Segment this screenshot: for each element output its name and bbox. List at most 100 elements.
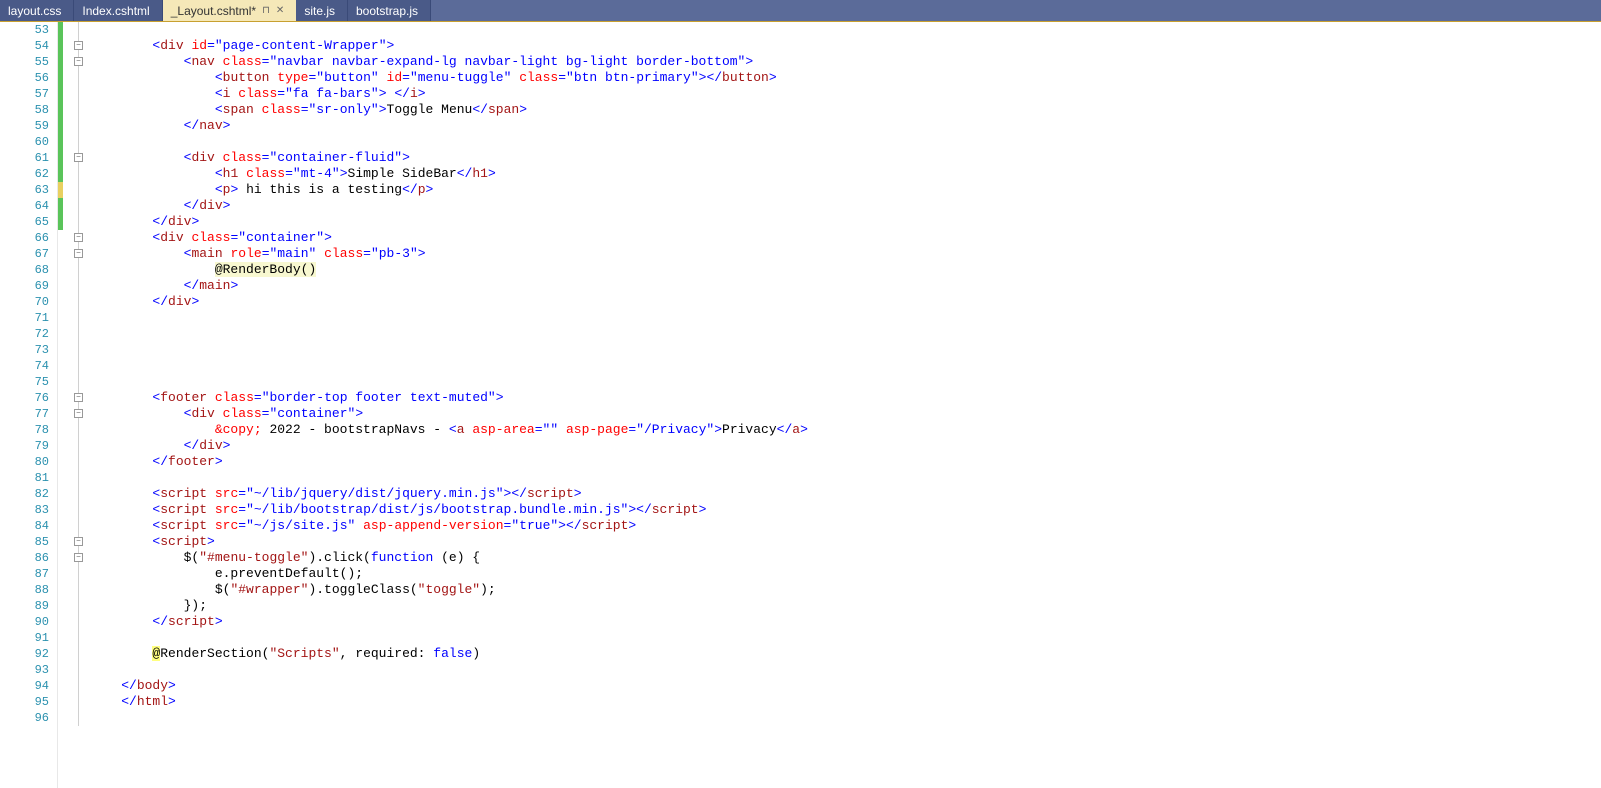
line-number: 73 — [0, 342, 49, 358]
line-number: 71 — [0, 310, 49, 326]
line-number: 88 — [0, 582, 49, 598]
line-number: 61 — [0, 150, 49, 166]
fold-toggle-icon[interactable]: − — [74, 233, 83, 242]
line-number: 90 — [0, 614, 49, 630]
line-number: 56 — [0, 70, 49, 86]
code-line[interactable]: <span class="sr-only">Toggle Menu</span> — [90, 102, 1601, 118]
code-line[interactable] — [90, 374, 1601, 390]
line-number: 59 — [0, 118, 49, 134]
code-line[interactable] — [90, 358, 1601, 374]
fold-toggle-icon[interactable]: − — [74, 409, 83, 418]
fold-toggle-icon[interactable]: − — [74, 153, 83, 162]
code-line[interactable]: </html> — [90, 694, 1601, 710]
code-line[interactable]: @RenderBody() — [90, 262, 1601, 278]
line-number: 84 — [0, 518, 49, 534]
code-line[interactable]: <script src="~/js/site.js" asp-append-ve… — [90, 518, 1601, 534]
line-number: 64 — [0, 198, 49, 214]
code-line[interactable]: <div class="container"> — [90, 406, 1601, 422]
code-line[interactable] — [90, 710, 1601, 726]
close-icon[interactable]: ✕ — [276, 5, 284, 16]
code-line[interactable]: </script> — [90, 614, 1601, 630]
tab-bootstrap-js[interactable]: bootstrap.js — [348, 0, 431, 21]
tab-layout-cshtml[interactable]: _Layout.cshtml* ⊓ ✕ — [163, 0, 297, 21]
line-number: 60 — [0, 134, 49, 150]
code-line[interactable]: </body> — [90, 678, 1601, 694]
fold-toggle-icon[interactable]: − — [74, 249, 83, 258]
line-number: 96 — [0, 710, 49, 726]
code-line[interactable] — [90, 22, 1601, 38]
code-line[interactable]: $("#menu-toggle").click(function (e) { — [90, 550, 1601, 566]
tab-layout-css[interactable]: layout.css — [0, 0, 74, 21]
code-line[interactable] — [90, 630, 1601, 646]
code-line[interactable] — [90, 470, 1601, 486]
line-number: 74 — [0, 358, 49, 374]
line-number: 86 — [0, 550, 49, 566]
line-number: 55 — [0, 54, 49, 70]
code-line[interactable] — [90, 326, 1601, 342]
code-line[interactable]: <button type="button" id="menu-tuggle" c… — [90, 70, 1601, 86]
line-number: 93 — [0, 662, 49, 678]
code-line[interactable]: <main role="main" class="pb-3"> — [90, 246, 1601, 262]
code-line[interactable]: $("#wrapper").toggleClass("toggle"); — [90, 582, 1601, 598]
line-number: 62 — [0, 166, 49, 182]
line-number: 89 — [0, 598, 49, 614]
line-number: 81 — [0, 470, 49, 486]
line-number: 58 — [0, 102, 49, 118]
line-number: 54 — [0, 38, 49, 54]
editor-area: 5354555657585960616263646566676869707172… — [0, 22, 1601, 788]
line-number: 91 — [0, 630, 49, 646]
code-line[interactable]: }); — [90, 598, 1601, 614]
code-line[interactable]: <script> — [90, 534, 1601, 550]
code-line[interactable]: </footer> — [90, 454, 1601, 470]
pin-icon[interactable]: ⊓ — [262, 5, 270, 16]
code-line[interactable]: </div> — [90, 198, 1601, 214]
line-number: 66 — [0, 230, 49, 246]
code-line[interactable]: @RenderSection("Scripts", required: fals… — [90, 646, 1601, 662]
code-line[interactable] — [90, 134, 1601, 150]
fold-column: − − − − − − − − − — [72, 22, 86, 788]
tab-site-js[interactable]: site.js — [296, 0, 348, 21]
code-line[interactable]: </div> — [90, 214, 1601, 230]
fold-toggle-icon[interactable]: − — [74, 393, 83, 402]
code-line[interactable]: <i class="fa fa-bars"> </i> — [90, 86, 1601, 102]
line-number: 92 — [0, 646, 49, 662]
fold-toggle-icon[interactable]: − — [74, 57, 83, 66]
code-line[interactable]: </main> — [90, 278, 1601, 294]
line-number: 72 — [0, 326, 49, 342]
line-number: 82 — [0, 486, 49, 502]
line-number-gutter: 5354555657585960616263646566676869707172… — [0, 22, 58, 788]
code-line[interactable]: </div> — [90, 294, 1601, 310]
line-number: 80 — [0, 454, 49, 470]
code-line[interactable]: <div class="container"> — [90, 230, 1601, 246]
code-line[interactable]: e.preventDefault(); — [90, 566, 1601, 582]
code-line[interactable]: <script src="~/lib/jquery/dist/jquery.mi… — [90, 486, 1601, 502]
code-line[interactable] — [90, 662, 1601, 678]
code-line[interactable] — [90, 342, 1601, 358]
code-line[interactable]: <p> hi this is a testing</p> — [90, 182, 1601, 198]
fold-toggle-icon[interactable]: − — [74, 537, 83, 546]
code-line[interactable]: <div class="container-fluid"> — [90, 150, 1601, 166]
line-number: 53 — [0, 22, 49, 38]
line-number: 69 — [0, 278, 49, 294]
tab-bar: layout.css Index.cshtml _Layout.cshtml* … — [0, 0, 1601, 22]
line-number: 65 — [0, 214, 49, 230]
change-margin — [58, 22, 72, 788]
fold-toggle-icon[interactable]: − — [74, 553, 83, 562]
code-line[interactable]: </nav> — [90, 118, 1601, 134]
code-line[interactable]: <script src="~/lib/bootstrap/dist/js/boo… — [90, 502, 1601, 518]
code-line[interactable]: &copy; 2022 - bootstrapNavs - <a asp-are… — [90, 422, 1601, 438]
code-line[interactable]: <div id="page-content-Wrapper"> — [90, 38, 1601, 54]
code-line[interactable]: </div> — [90, 438, 1601, 454]
line-number: 95 — [0, 694, 49, 710]
line-number: 67 — [0, 246, 49, 262]
code-content[interactable]: <div id="page-content-Wrapper"> <nav cla… — [86, 22, 1601, 788]
line-number: 87 — [0, 566, 49, 582]
code-line[interactable]: <h1 class="mt-4">Simple SideBar</h1> — [90, 166, 1601, 182]
line-number: 94 — [0, 678, 49, 694]
code-line[interactable] — [90, 310, 1601, 326]
line-number: 75 — [0, 374, 49, 390]
fold-toggle-icon[interactable]: − — [74, 41, 83, 50]
tab-index-cshtml[interactable]: Index.cshtml — [74, 0, 162, 21]
code-line[interactable]: <footer class="border-top footer text-mu… — [90, 390, 1601, 406]
code-line[interactable]: <nav class="navbar navbar-expand-lg navb… — [90, 54, 1601, 70]
